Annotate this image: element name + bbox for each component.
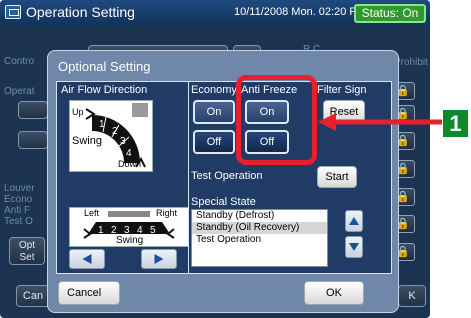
cancel-button[interactable]: Cancel: [58, 281, 120, 305]
bg-label-test-operation: Test O: [4, 216, 33, 227]
bg-label-economy: Econo: [4, 194, 33, 205]
datetime: 10/11/2008 Mon. 02:20 PM: [234, 6, 366, 18]
callout-arrow-icon: [318, 113, 442, 131]
special-state-label: Special State: [191, 196, 256, 208]
bg-operation-button-2: [18, 131, 48, 149]
down-arrow-icon: [349, 243, 359, 251]
window-icon: [5, 5, 21, 19]
title-bar: Operation Setting 10/11/2008 Mon. 02:20 …: [0, 0, 430, 26]
callout-number-badge: 1: [443, 110, 468, 137]
filter-sign-label: Filter Sign: [317, 84, 367, 96]
vertical-step-2: 2: [112, 126, 118, 137]
vertical-air-flow-display: 1 2 3 4 Up Swing Down: [69, 100, 153, 172]
vertical-step-1: 1: [99, 119, 105, 130]
horizontal-step-5: 5: [150, 225, 156, 236]
economy-label: Economy: [191, 84, 237, 96]
bg-label-operation: Operat: [4, 86, 35, 97]
list-item[interactable]: Standby (Oil Recovery): [192, 222, 327, 234]
horizontal-left-button[interactable]: [69, 249, 105, 269]
air-flow-label: Air Flow Direction: [61, 84, 148, 96]
anti-freeze-highlight: [236, 75, 317, 165]
bg-label-control: Contro: [4, 56, 35, 67]
test-operation-label: Test Operation: [191, 170, 263, 182]
window-title: Operation Setting: [26, 4, 135, 20]
bg-label-louver: Louver: [4, 183, 35, 194]
ok-button[interactable]: OK: [304, 281, 364, 305]
horizontal-right-button[interactable]: [141, 249, 177, 269]
bg-optional-setting-button: Opt Set: [9, 237, 45, 265]
horizontal-air-flow-display: 1 2 3 4 5 Left Right Swing: [69, 207, 191, 247]
operation-setting-screen: Operation Setting 10/11/2008 Mon. 02:20 …: [0, 0, 430, 318]
list-item[interactable]: Test Operation: [192, 234, 327, 246]
list-item[interactable]: Standby (Defrost): [192, 210, 327, 222]
list-scroll-down-button[interactable]: [345, 236, 363, 258]
right-arrow-icon: [154, 254, 164, 264]
swing-label: Swing: [72, 135, 102, 147]
bg-label-anti-freeze: Anti F: [4, 205, 31, 216]
bg-operation-button-1: [18, 101, 48, 119]
horizontal-step-1: 1: [98, 225, 104, 236]
left-arrow-icon: [82, 254, 92, 264]
down-label: Down: [118, 159, 142, 169]
right-label: Right: [156, 208, 178, 218]
bg-label-prohibit: Prohibit: [394, 57, 428, 68]
optional-setting-dialog: Optional Setting Air Flow Direction 1 2 …: [47, 50, 399, 313]
vertical-step-3: 3: [120, 136, 126, 147]
bg-ok-button: K: [398, 285, 426, 307]
up-arrow-icon: [349, 217, 359, 225]
status-badge: Status: On: [354, 4, 426, 23]
test-operation-start-button[interactable]: Start: [317, 166, 357, 188]
left-label: Left: [84, 208, 100, 218]
economy-on-button[interactable]: On: [193, 100, 235, 124]
special-state-list[interactable]: Standby (Defrost) Standby (Oil Recovery)…: [191, 209, 328, 267]
horizontal-swing-label: Swing: [116, 235, 144, 246]
vertical-step-4: 4: [126, 148, 132, 159]
economy-off-button[interactable]: Off: [193, 130, 235, 154]
bg-cancel-button: Can: [16, 285, 50, 307]
up-label: Up: [72, 107, 84, 117]
list-scroll-up-button[interactable]: [345, 210, 363, 232]
dialog-title: Optional Setting: [58, 59, 151, 74]
